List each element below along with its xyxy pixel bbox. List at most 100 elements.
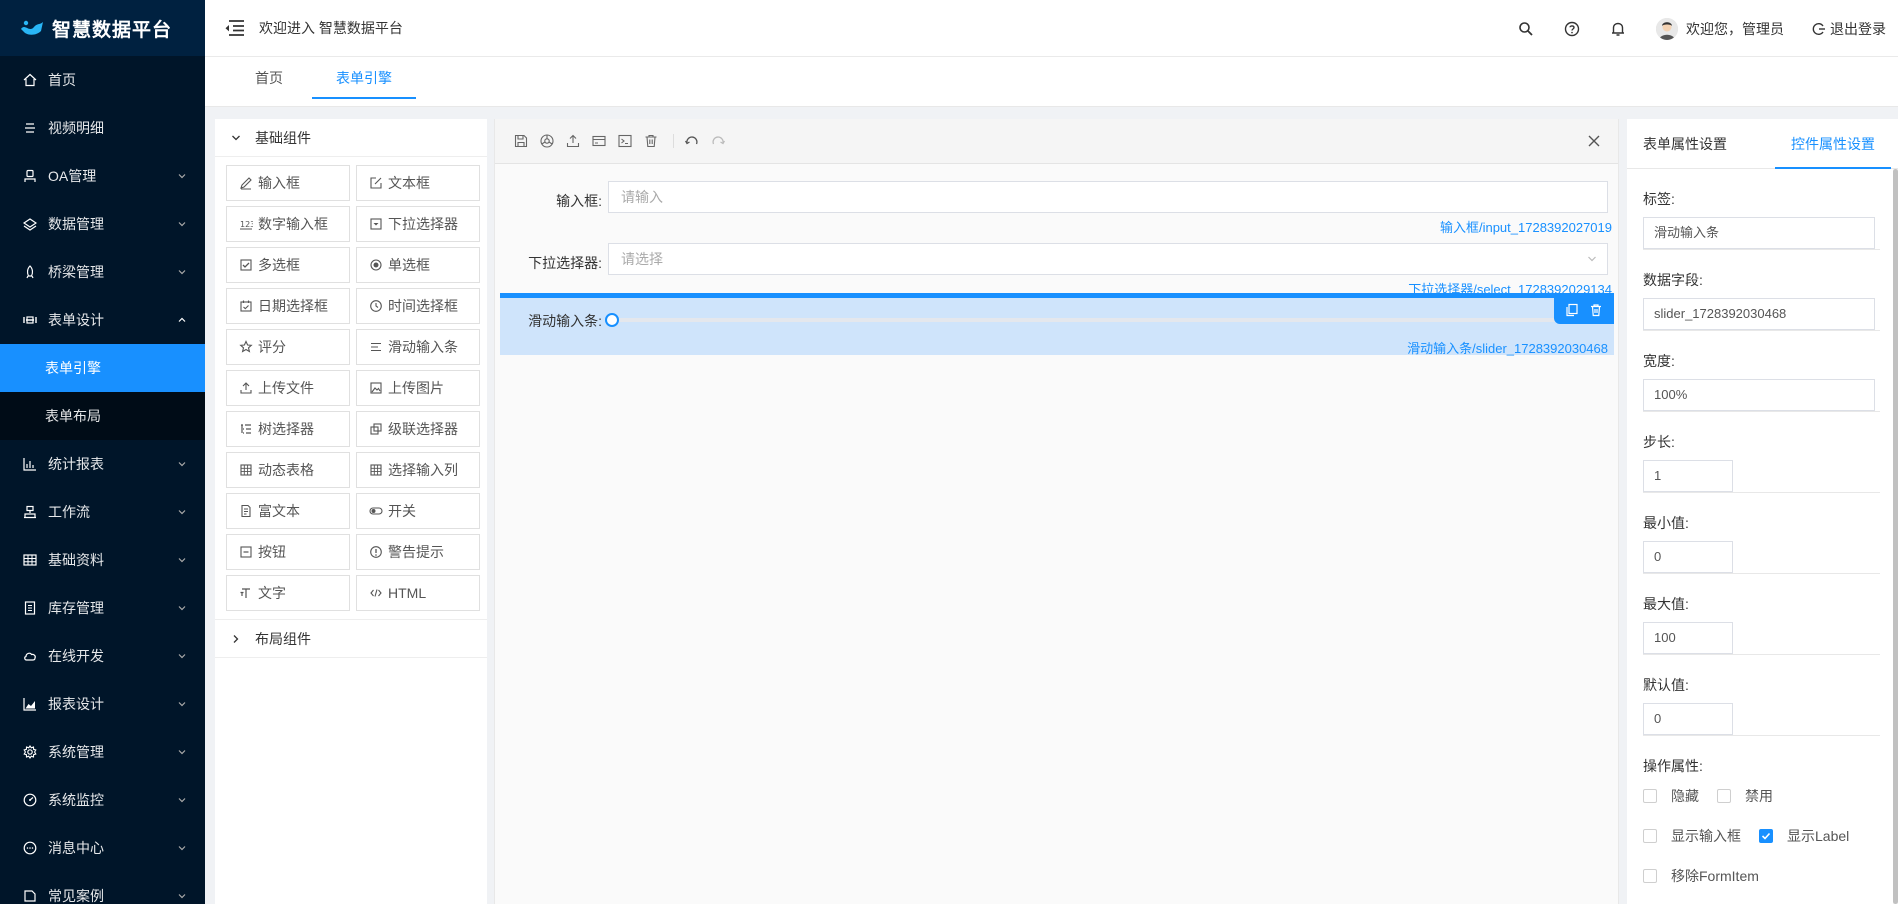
sidebar-item-monitor[interactable]: 系统监控 bbox=[0, 776, 205, 824]
data-field-input[interactable]: slider_1728392030468 bbox=[1643, 298, 1875, 330]
max-input[interactable]: 100 bbox=[1643, 622, 1733, 654]
sidebar-item-form-design[interactable]: 表单设计 bbox=[0, 296, 205, 344]
component-text[interactable]: 文字 bbox=[226, 575, 350, 611]
component-checkbox[interactable]: 多选框 bbox=[226, 247, 350, 283]
step-input[interactable]: 1 bbox=[1643, 460, 1733, 492]
component-input[interactable]: 输入框 bbox=[226, 165, 350, 201]
user-greeting[interactable]: 欢迎您，管理员 bbox=[1686, 19, 1784, 39]
delete-icon[interactable] bbox=[1589, 303, 1603, 317]
component-upload-image[interactable]: 上传图片 bbox=[356, 370, 480, 406]
sidebar-item-workflow[interactable]: 工作流 bbox=[0, 488, 205, 536]
menu-fold-icon[interactable] bbox=[223, 19, 245, 37]
preview-icon[interactable] bbox=[539, 133, 555, 149]
layout-components-group[interactable]: 布局组件 bbox=[215, 620, 487, 658]
sidebar-item-form-engine[interactable]: 表单引擎 bbox=[0, 344, 205, 392]
option-remove-formitem[interactable]: 移除FormItem bbox=[1643, 866, 1759, 886]
min-input[interactable]: 0 bbox=[1643, 541, 1733, 573]
avatar[interactable] bbox=[1656, 17, 1678, 40]
checkbox[interactable] bbox=[1643, 789, 1657, 803]
sidebar-item-basic-data[interactable]: 基础资料 bbox=[0, 536, 205, 584]
sidebar-item-messages[interactable]: 消息中心 bbox=[0, 824, 205, 872]
page-tabs: 首页 表单引擎 bbox=[205, 57, 1898, 107]
select-field[interactable]: 请选择 bbox=[608, 243, 1608, 275]
sidebar-item-home[interactable]: 首页 bbox=[0, 56, 205, 104]
bell-icon[interactable] bbox=[1610, 21, 1626, 37]
component-switch[interactable]: 开关 bbox=[356, 493, 480, 529]
tab-home[interactable]: 首页 bbox=[249, 57, 289, 107]
sidebar-item-stats[interactable]: 统计报表 bbox=[0, 440, 205, 488]
option-show-label[interactable]: 显示Label bbox=[1759, 826, 1849, 846]
form-field-slider-selected[interactable]: 滑动输入条: 滑动输入条/slider_1728392030468 bbox=[500, 293, 1614, 356]
message-icon bbox=[22, 840, 38, 856]
option-disabled[interactable]: 禁用 bbox=[1717, 786, 1773, 806]
sidebar-item-video-detail[interactable]: 视频明细 bbox=[0, 104, 205, 152]
terminal-icon[interactable] bbox=[617, 133, 633, 149]
card-icon[interactable] bbox=[591, 133, 607, 149]
slider-track[interactable] bbox=[605, 313, 1606, 327]
form-field-input[interactable]: 输入框: 请输入 输入框/input_1728392027019 bbox=[495, 164, 1618, 235]
logout-button[interactable]: 退出登录 bbox=[1812, 19, 1886, 39]
checkbox[interactable] bbox=[1643, 869, 1657, 883]
sidebar-item-inventory[interactable]: 库存管理 bbox=[0, 584, 205, 632]
upload-icon[interactable] bbox=[565, 133, 581, 149]
sidebar-item-cases[interactable]: 常见案例 bbox=[0, 872, 205, 904]
sidebar-item-form-layout[interactable]: 表单布局 bbox=[0, 392, 205, 440]
component-radio[interactable]: 单选框 bbox=[356, 247, 480, 283]
sidebar-item-data[interactable]: 数据管理 bbox=[0, 200, 205, 248]
component-tree-select[interactable]: 树选择器 bbox=[226, 411, 350, 447]
component-time-picker[interactable]: 时间选择框 bbox=[356, 288, 480, 324]
label-input[interactable]: 滑动输入条 bbox=[1643, 217, 1875, 249]
sidebar-item-oa[interactable]: OA管理 bbox=[0, 152, 205, 200]
component-rich-text[interactable]: 富文本 bbox=[226, 493, 350, 529]
component-label: 数字输入框 bbox=[258, 216, 328, 232]
component-date-picker[interactable]: 日期选择框 bbox=[226, 288, 350, 324]
prop-name: 默认值: bbox=[1643, 677, 1689, 693]
undo-icon[interactable] bbox=[684, 133, 700, 149]
properties-scrollbar[interactable] bbox=[1893, 169, 1898, 904]
component-rate[interactable]: 评分 bbox=[226, 329, 350, 365]
component-slider[interactable]: 滑动输入条 bbox=[356, 329, 480, 365]
scrollbar-thumb[interactable] bbox=[1893, 169, 1898, 904]
width-input[interactable]: 100% bbox=[1643, 379, 1875, 411]
checkbox[interactable] bbox=[1717, 789, 1731, 803]
component-select-input-list[interactable]: 选择输入列 bbox=[356, 452, 480, 488]
redo-icon[interactable] bbox=[710, 133, 726, 149]
option-hidden[interactable]: 隐藏 bbox=[1643, 786, 1699, 806]
component-button[interactable]: 按钮 bbox=[226, 534, 350, 570]
component-select[interactable]: 下拉选择器 bbox=[356, 206, 480, 242]
form-field-select[interactable]: 下拉选择器: 请选择 下拉选择器/select_1728392029134 bbox=[495, 226, 1618, 297]
sidebar-item-bridge[interactable]: 桥梁管理 bbox=[0, 248, 205, 296]
component-cascader[interactable]: 级联选择器 bbox=[356, 411, 480, 447]
properties-tabs: 表单属性设置 控件属性设置 bbox=[1627, 119, 1898, 169]
component-alert[interactable]: 警告提示 bbox=[356, 534, 480, 570]
component-dynamic-table[interactable]: 动态表格 bbox=[226, 452, 350, 488]
basic-components-group[interactable]: 基础组件 bbox=[215, 119, 487, 157]
slider-handle[interactable] bbox=[605, 313, 619, 327]
close-icon[interactable] bbox=[1586, 133, 1602, 149]
sidebar-item-report-design[interactable]: 报表设计 bbox=[0, 680, 205, 728]
save-icon[interactable] bbox=[513, 133, 529, 149]
component-number-input[interactable]: 123 数字输入框 bbox=[226, 206, 350, 242]
sidebar-item-label: 统计报表 bbox=[48, 456, 104, 472]
trash-icon[interactable] bbox=[643, 133, 659, 149]
component-upload-file[interactable]: 上传文件 bbox=[226, 370, 350, 406]
tab-form-engine[interactable]: 表单引擎 bbox=[312, 57, 416, 99]
help-icon[interactable] bbox=[1564, 21, 1580, 37]
input-field[interactable]: 请输入 bbox=[608, 181, 1608, 213]
sidebar-item-online-dev[interactable]: 在线开发 bbox=[0, 632, 205, 680]
alert-icon bbox=[369, 545, 383, 559]
brand[interactable]: 智慧数据平台 bbox=[0, 0, 205, 56]
tab-control-properties[interactable]: 控件属性设置 bbox=[1775, 119, 1891, 169]
copy-icon[interactable] bbox=[1565, 303, 1579, 317]
checkbox-checked[interactable] bbox=[1759, 829, 1773, 843]
component-textarea[interactable]: 文本框 bbox=[356, 165, 480, 201]
component-label: 文本框 bbox=[388, 175, 430, 191]
checkbox[interactable] bbox=[1643, 829, 1657, 843]
switch-icon bbox=[369, 504, 383, 518]
default-input[interactable]: 0 bbox=[1643, 703, 1733, 735]
tab-form-properties[interactable]: 表单属性设置 bbox=[1643, 119, 1727, 169]
search-icon[interactable] bbox=[1518, 21, 1534, 37]
sidebar-item-system[interactable]: 系统管理 bbox=[0, 728, 205, 776]
option-show-input[interactable]: 显示输入框 bbox=[1643, 826, 1741, 846]
component-html[interactable]: HTML bbox=[356, 575, 480, 611]
